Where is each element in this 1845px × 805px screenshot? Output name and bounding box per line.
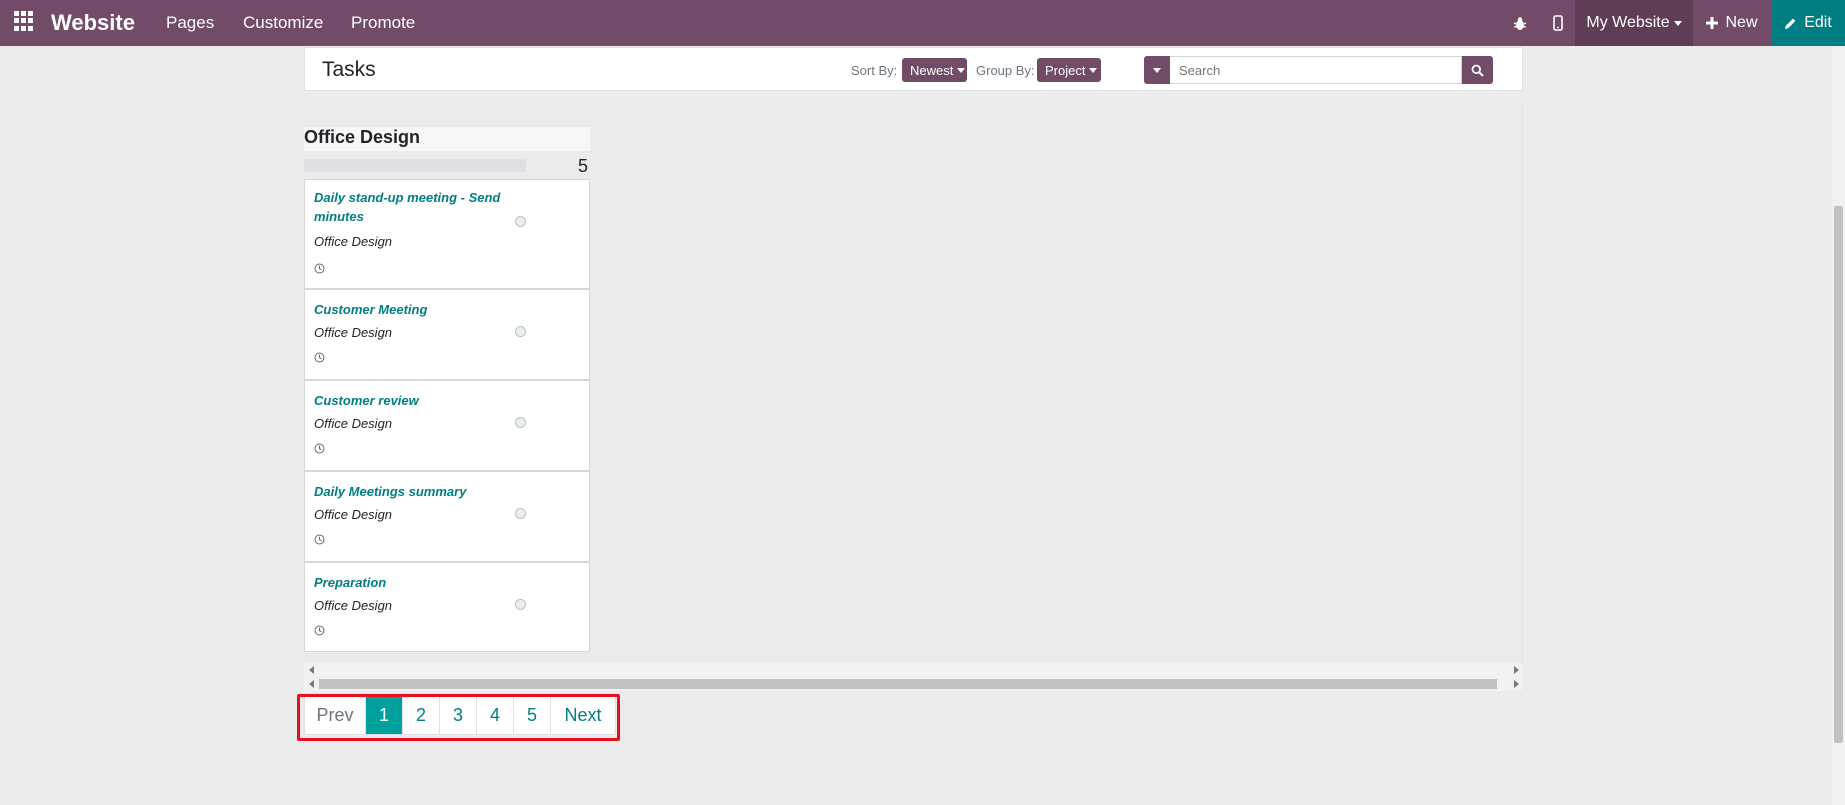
kanban-column-header: Office Design bbox=[304, 127, 590, 151]
pencil-icon bbox=[1785, 18, 1796, 29]
task-project: Office Design bbox=[314, 507, 393, 522]
task-name[interactable]: Preparation bbox=[314, 573, 504, 592]
column-count: 5 bbox=[578, 156, 589, 176]
brand-title[interactable]: Website bbox=[51, 0, 135, 46]
horizontal-scroll-thumb[interactable] bbox=[319, 679, 1497, 689]
menu-pages[interactable]: Pages bbox=[166, 0, 214, 46]
new-button-label: New bbox=[1725, 14, 1758, 31]
clock-icon bbox=[314, 625, 325, 636]
chevron-down-icon bbox=[1089, 67, 1098, 73]
group-by-dropdown[interactable]: Project bbox=[1037, 58, 1101, 82]
website-selector-dropdown[interactable]: My Website bbox=[1575, 0, 1693, 46]
task-name[interactable]: Daily Meetings summary bbox=[314, 482, 504, 501]
bug-icon[interactable] bbox=[1510, 0, 1530, 46]
edit-button-label: Edit bbox=[1804, 14, 1832, 31]
task-project: Office Design bbox=[314, 234, 393, 249]
vertical-scroll-thumb[interactable] bbox=[1834, 206, 1843, 743]
search-icon bbox=[1471, 64, 1484, 77]
sort-by-label: Sort By: bbox=[851, 63, 898, 78]
chevron-down-icon bbox=[1673, 20, 1682, 26]
task-card[interactable]: Customer Meeting Office Design bbox=[304, 289, 590, 380]
pagination-highlight-box bbox=[297, 694, 620, 741]
menu-customize[interactable]: Customize bbox=[243, 0, 323, 46]
group-by-label: Group By: bbox=[976, 63, 1035, 78]
clock-icon bbox=[314, 352, 325, 363]
top-navbar: Website Pages Customize Promote My Websi… bbox=[0, 0, 1845, 46]
search-input[interactable] bbox=[1170, 56, 1462, 84]
plus-icon bbox=[1706, 17, 1719, 29]
clock-icon bbox=[314, 534, 325, 545]
task-project: Office Design bbox=[314, 416, 393, 431]
page-title: Tasks bbox=[322, 58, 376, 81]
task-card[interactable]: Daily Meetings summary Office Design bbox=[304, 471, 590, 562]
clock-icon bbox=[314, 263, 325, 274]
task-status-dot[interactable] bbox=[515, 599, 526, 610]
task-status-dot[interactable] bbox=[515, 326, 526, 337]
task-status-dot[interactable] bbox=[515, 417, 526, 428]
scroll-right-icon[interactable] bbox=[1514, 666, 1519, 674]
tasks-header: Tasks Sort By: Newest Group By: Project bbox=[304, 47, 1523, 91]
apps-grid-icon[interactable] bbox=[14, 11, 34, 31]
task-card[interactable]: Daily stand-up meeting - Send minutes Of… bbox=[304, 179, 590, 289]
scroll-left-icon[interactable] bbox=[309, 666, 314, 674]
edit-button[interactable]: Edit bbox=[1771, 0, 1845, 46]
task-project: Office Design bbox=[314, 598, 393, 613]
mobile-phone-icon[interactable] bbox=[1548, 0, 1568, 46]
chevron-down-icon bbox=[957, 67, 966, 73]
group-by-value: Project bbox=[1045, 62, 1086, 78]
new-button[interactable]: New bbox=[1693, 0, 1771, 46]
menu-promote[interactable]: Promote bbox=[351, 0, 415, 46]
task-status-dot[interactable] bbox=[515, 508, 526, 519]
scroll-left-icon[interactable] bbox=[309, 680, 314, 688]
task-project: Office Design bbox=[314, 325, 393, 340]
scroll-right-icon[interactable] bbox=[1514, 680, 1519, 688]
task-name[interactable]: Daily stand-up meeting - Send minutes bbox=[314, 188, 504, 226]
sort-by-dropdown[interactable]: Newest bbox=[902, 58, 967, 82]
horizontal-scrollbar[interactable] bbox=[304, 663, 1523, 691]
search-button[interactable] bbox=[1462, 56, 1493, 84]
vertical-scrollbar[interactable] bbox=[1832, 46, 1845, 805]
task-card[interactable]: Customer review Office Design bbox=[304, 380, 590, 471]
column-title: Office Design bbox=[304, 127, 421, 147]
sort-by-value: Newest bbox=[910, 62, 954, 78]
website-selector-label: My Website bbox=[1586, 14, 1670, 31]
task-card[interactable]: Preparation Office Design bbox=[304, 562, 590, 652]
search-filter-dropdown[interactable] bbox=[1144, 56, 1170, 84]
task-name[interactable]: Customer Meeting bbox=[314, 300, 504, 319]
chevron-down-icon bbox=[1153, 67, 1161, 73]
column-progress-bar bbox=[304, 159, 526, 172]
task-status-dot[interactable] bbox=[515, 216, 526, 227]
task-name[interactable]: Customer review bbox=[314, 391, 504, 410]
clock-icon bbox=[314, 443, 325, 454]
